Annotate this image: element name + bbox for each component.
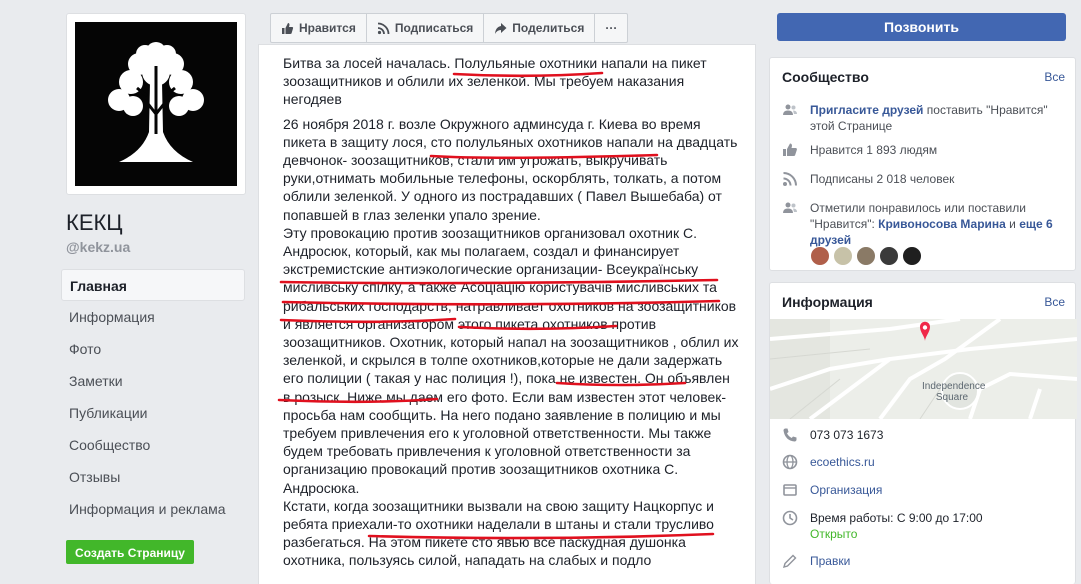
nav-item-notes[interactable]: Заметки xyxy=(61,365,245,397)
post-paragraph-4: Кстати, когда зоозащитники вызвали на св… xyxy=(283,497,714,569)
edits-link[interactable]: Правки xyxy=(810,553,1072,569)
share-label: Поделиться xyxy=(512,21,585,35)
category-icon xyxy=(782,482,798,498)
thumbs-up-icon xyxy=(281,22,294,35)
post-card: Битва за лосей началась. Полульяные охот… xyxy=(258,44,756,584)
rss-icon xyxy=(782,171,798,187)
map-place-label: Independence Square xyxy=(922,381,986,403)
friends-icon xyxy=(782,200,798,216)
more-options-button[interactable]: ··· xyxy=(595,14,627,42)
subscribe-button[interactable]: Подписаться xyxy=(367,14,485,42)
share-arrow-icon xyxy=(494,22,507,35)
friend-avatars xyxy=(810,246,922,266)
page-name[interactable]: КЕКЦ xyxy=(66,210,123,236)
globe-icon xyxy=(782,454,798,470)
info-title: Информация xyxy=(782,294,873,310)
community-see-all-link[interactable]: Все xyxy=(1044,70,1065,84)
friends-liked-row: Отметили понравилось или поставили "Нрав… xyxy=(782,200,1072,248)
friend-avatar[interactable] xyxy=(833,246,853,266)
create-page-button[interactable]: Создать Страницу xyxy=(66,540,194,564)
likes-count[interactable]: Нравится 1 893 людям xyxy=(810,142,1072,158)
more-dots-icon: ··· xyxy=(605,21,618,35)
post-paragraph-3: Эту провокацию против зоозащитников орга… xyxy=(283,224,739,496)
friend-avatar[interactable] xyxy=(856,246,876,266)
community-title: Сообщество xyxy=(782,69,869,85)
friend-avatar[interactable] xyxy=(810,246,830,266)
followers-count[interactable]: Подписаны 2 018 человек xyxy=(810,171,1072,187)
invite-friends-row: Пригласите друзей поставить "Нравится" э… xyxy=(782,102,1072,134)
hours-row: Время работы: С 9:00 до 17:00 Открыто xyxy=(782,510,1072,542)
left-column: КЕКЦ @kekz.ua Главная Информация Фото За… xyxy=(0,0,256,584)
tree-logo xyxy=(75,22,237,186)
nav-item-photos[interactable]: Фото xyxy=(61,333,245,365)
nav-item-info-ads[interactable]: Информация и реклама xyxy=(61,493,245,525)
opening-hours: Время работы: С 9:00 до 17:00 xyxy=(810,511,983,525)
page-handle: @kekz.ua xyxy=(66,239,131,255)
info-card: Информация Все Independence Square 073 0… xyxy=(769,282,1077,584)
like-button[interactable]: Нравится xyxy=(271,14,367,42)
subscribe-label: Подписаться xyxy=(394,21,474,35)
community-card: Сообщество Все Пригласите друзей постави… xyxy=(769,57,1076,271)
post-paragraph-1: Битва за лосей началась. Полульяные охот… xyxy=(283,55,707,108)
rss-icon xyxy=(377,22,390,35)
phone-number[interactable]: 073 073 1673 xyxy=(810,427,1072,443)
info-see-all-link[interactable]: Все xyxy=(1044,295,1065,309)
clock-icon xyxy=(782,510,798,526)
invite-friends-link[interactable]: Пригласите друзей xyxy=(810,103,923,117)
like-label: Нравится xyxy=(299,21,356,35)
post-paragraph-2: 26 ноября 2018 г. возле Окружного админс… xyxy=(283,115,738,223)
friend-avatar[interactable] xyxy=(879,246,899,266)
nav-item-posts[interactable]: Публикации xyxy=(61,397,245,429)
friend-avatar[interactable] xyxy=(902,246,922,266)
nav-item-about[interactable]: Информация xyxy=(61,301,245,333)
thumbs-up-icon xyxy=(782,142,798,158)
website-link[interactable]: ecoethics.ru xyxy=(810,454,1072,470)
nav-item-community[interactable]: Сообщество xyxy=(61,429,245,461)
nav-item-reviews[interactable]: Отзывы xyxy=(61,461,245,493)
page-nav: Главная Информация Фото Заметки Публикац… xyxy=(61,269,245,525)
phone-icon xyxy=(782,427,798,443)
category-link[interactable]: Организация xyxy=(810,482,1072,498)
open-status: Открыто xyxy=(810,527,858,541)
pencil-icon xyxy=(782,553,798,569)
location-map[interactable]: Independence Square xyxy=(770,319,1077,419)
share-button[interactable]: Поделиться xyxy=(484,14,596,42)
invite-friends-icon xyxy=(782,102,798,118)
page-actions-bar: Нравится Подписаться Поделиться ··· xyxy=(270,13,629,43)
profile-picture[interactable] xyxy=(66,13,246,195)
post-text: Битва за лосей началась. Полульяные охот… xyxy=(283,54,741,576)
nav-item-home[interactable]: Главная xyxy=(61,269,245,301)
friends-and-text: и xyxy=(1005,217,1020,231)
friend-name-link[interactable]: Кривоносова Марина xyxy=(878,217,1006,231)
call-button[interactable]: Позвонить xyxy=(777,13,1066,41)
